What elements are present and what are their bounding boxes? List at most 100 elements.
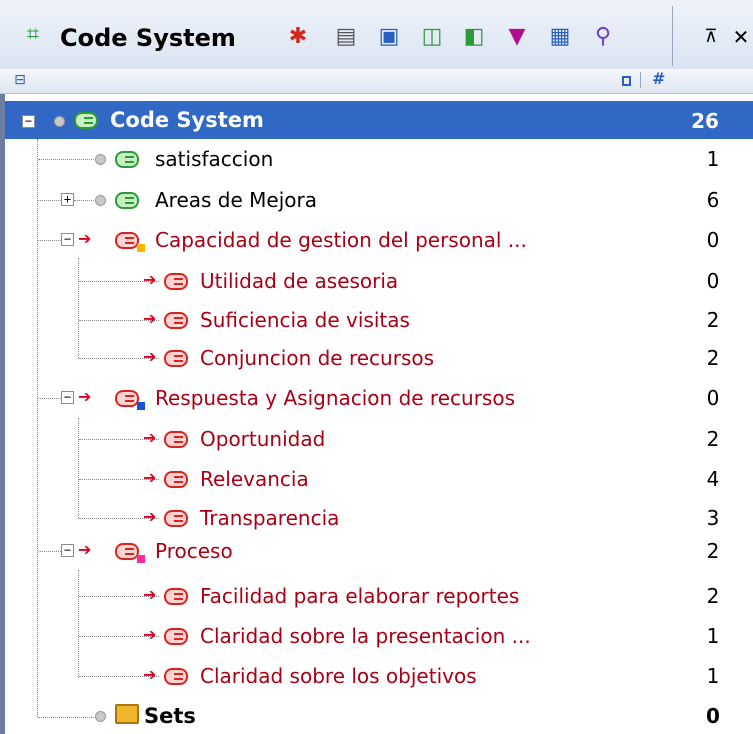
search-code-icon[interactable]: ◧ <box>459 22 489 52</box>
tree-item-label[interactable]: Conjuncion de recursos <box>200 348 434 368</box>
tree-item-count: 4 <box>706 467 720 491</box>
tree-view-icon[interactable]: ⊟ <box>5 65 35 95</box>
toolbar: ⌗ Code System ✱ ▤ ▣ ◫ ◧ ▼ ▦ ⚲ ⊼ ✕ <box>0 0 753 75</box>
code-icon <box>164 588 188 605</box>
find-icon[interactable]: ⚲ <box>588 22 618 52</box>
color-tag <box>137 244 145 252</box>
tree-root-label[interactable]: Code System <box>110 110 264 131</box>
tree-line <box>78 570 79 678</box>
tree-item-count: 0 <box>706 386 720 410</box>
tree-item-count: 2 <box>706 427 720 451</box>
tree-item-count: 2 <box>706 539 720 563</box>
color-tag <box>137 402 145 410</box>
panel-title: Code System <box>60 24 236 52</box>
tree-item-label[interactable]: Transparencia <box>200 508 339 528</box>
red-arrow-icon: ➔ <box>78 387 92 406</box>
code-icon <box>164 471 188 488</box>
tree-item-count: 2 <box>706 584 720 608</box>
print-icon[interactable]: ▤ <box>331 22 361 52</box>
tree-item-label[interactable]: Relevancia <box>200 469 309 489</box>
code-icon <box>164 273 188 290</box>
color-tag <box>137 555 145 563</box>
red-arrow-icon: ➔ <box>78 229 92 248</box>
tree-item-count: 1 <box>706 147 720 171</box>
expand-toggle[interactable]: + <box>61 193 74 206</box>
close-icon[interactable]: ✕ <box>726 22 753 52</box>
tree-root-count: 26 <box>691 109 719 133</box>
tree-item-count: 0 <box>706 269 720 293</box>
new-code-icon[interactable]: ◫ <box>417 22 447 52</box>
expand-icon[interactable]: ▦ <box>545 22 575 52</box>
panel-left-border <box>0 94 5 734</box>
status-dot <box>54 116 65 127</box>
tree-item-label[interactable]: Respuesta y Asignacion de recursos <box>155 388 515 408</box>
filter-icon[interactable]: ▼ <box>502 22 532 52</box>
tree-item-label[interactable]: Claridad sobre los objetivos <box>200 666 477 686</box>
status-dot <box>95 154 106 165</box>
code-icon <box>164 510 188 527</box>
code-icon <box>115 151 139 168</box>
code-icon <box>115 543 139 560</box>
code-icon <box>115 192 139 209</box>
red-arrow-icon: ➔ <box>143 585 157 604</box>
status-dot <box>95 195 106 206</box>
collapse-toggle[interactable]: − <box>61 391 74 404</box>
tree-line <box>38 398 61 399</box>
code-icon <box>164 431 188 448</box>
code-icon <box>115 232 139 249</box>
tree-line <box>78 418 79 518</box>
tree-item-count: 2 <box>706 308 720 332</box>
collapse-toggle[interactable]: − <box>22 115 35 128</box>
tree-item-label[interactable]: Utilidad de asesoria <box>200 271 398 291</box>
tree-line <box>38 200 61 201</box>
status-dot <box>95 711 106 722</box>
collapse-toggle[interactable]: − <box>61 544 74 557</box>
tree-item-label[interactable]: Capacidad de gestion del personal ... <box>155 230 527 250</box>
tree-item-label[interactable]: Oportunidad <box>200 429 325 449</box>
code-icon <box>164 312 188 329</box>
tree-item-label[interactable]: Suficiencia de visitas <box>200 310 410 330</box>
code-system-icon: ⌗ <box>26 22 40 47</box>
tree-item-label[interactable]: Claridad sobre la presentacion ... <box>200 626 531 646</box>
collapse-toggle[interactable]: − <box>61 233 74 246</box>
sets-count: 0 <box>706 704 720 728</box>
red-arrow-icon: ➔ <box>143 428 157 447</box>
count-column-header[interactable]: # <box>652 71 665 87</box>
red-arrow-icon: ➔ <box>143 347 157 366</box>
tree-item-count: 1 <box>706 624 720 648</box>
tree-item-label[interactable]: Facilidad para elaborar reportes <box>200 586 519 606</box>
tree-item-count: 6 <box>706 188 720 212</box>
code-icon <box>164 350 188 367</box>
red-arrow-icon: ➔ <box>143 507 157 526</box>
red-arrow-icon: ➔ <box>143 625 157 644</box>
tree-item-count: 2 <box>706 346 720 370</box>
column-divider <box>640 72 641 88</box>
red-arrow-icon: ➔ <box>78 540 92 559</box>
toolbar-separator <box>672 6 673 66</box>
tree-line <box>38 240 61 241</box>
tree-line <box>38 717 98 718</box>
tree-item-label[interactable]: Areas de Mejora <box>155 190 317 210</box>
sets-briefcase-icon <box>115 704 139 724</box>
red-arrow-icon: ➔ <box>143 468 157 487</box>
column-header: ⊟ # <box>0 69 753 94</box>
code-icon <box>164 628 188 645</box>
red-arrow-icon: ➔ <box>143 665 157 684</box>
tree-item-count: 0 <box>706 228 720 252</box>
code-icon <box>115 390 139 407</box>
color-column-icon[interactable] <box>622 76 631 86</box>
color-grid-icon[interactable]: ✱ <box>283 22 313 52</box>
code-icon <box>164 668 188 685</box>
export-icon[interactable]: ▣ <box>374 22 404 52</box>
sets-label[interactable]: Sets <box>144 706 196 727</box>
tree-item-count: 1 <box>706 664 720 688</box>
red-arrow-icon: ➔ <box>143 309 157 328</box>
red-arrow-icon: ➔ <box>143 270 157 289</box>
pin-icon[interactable]: ⊼ <box>696 22 726 52</box>
tree-line <box>38 159 98 160</box>
tree-line <box>78 258 79 358</box>
tree-item-label[interactable]: Proceso <box>155 541 233 561</box>
tree-line <box>37 139 38 717</box>
tree-item-label[interactable]: satisfaccion <box>155 149 273 169</box>
tree-item-count: 3 <box>706 506 720 530</box>
